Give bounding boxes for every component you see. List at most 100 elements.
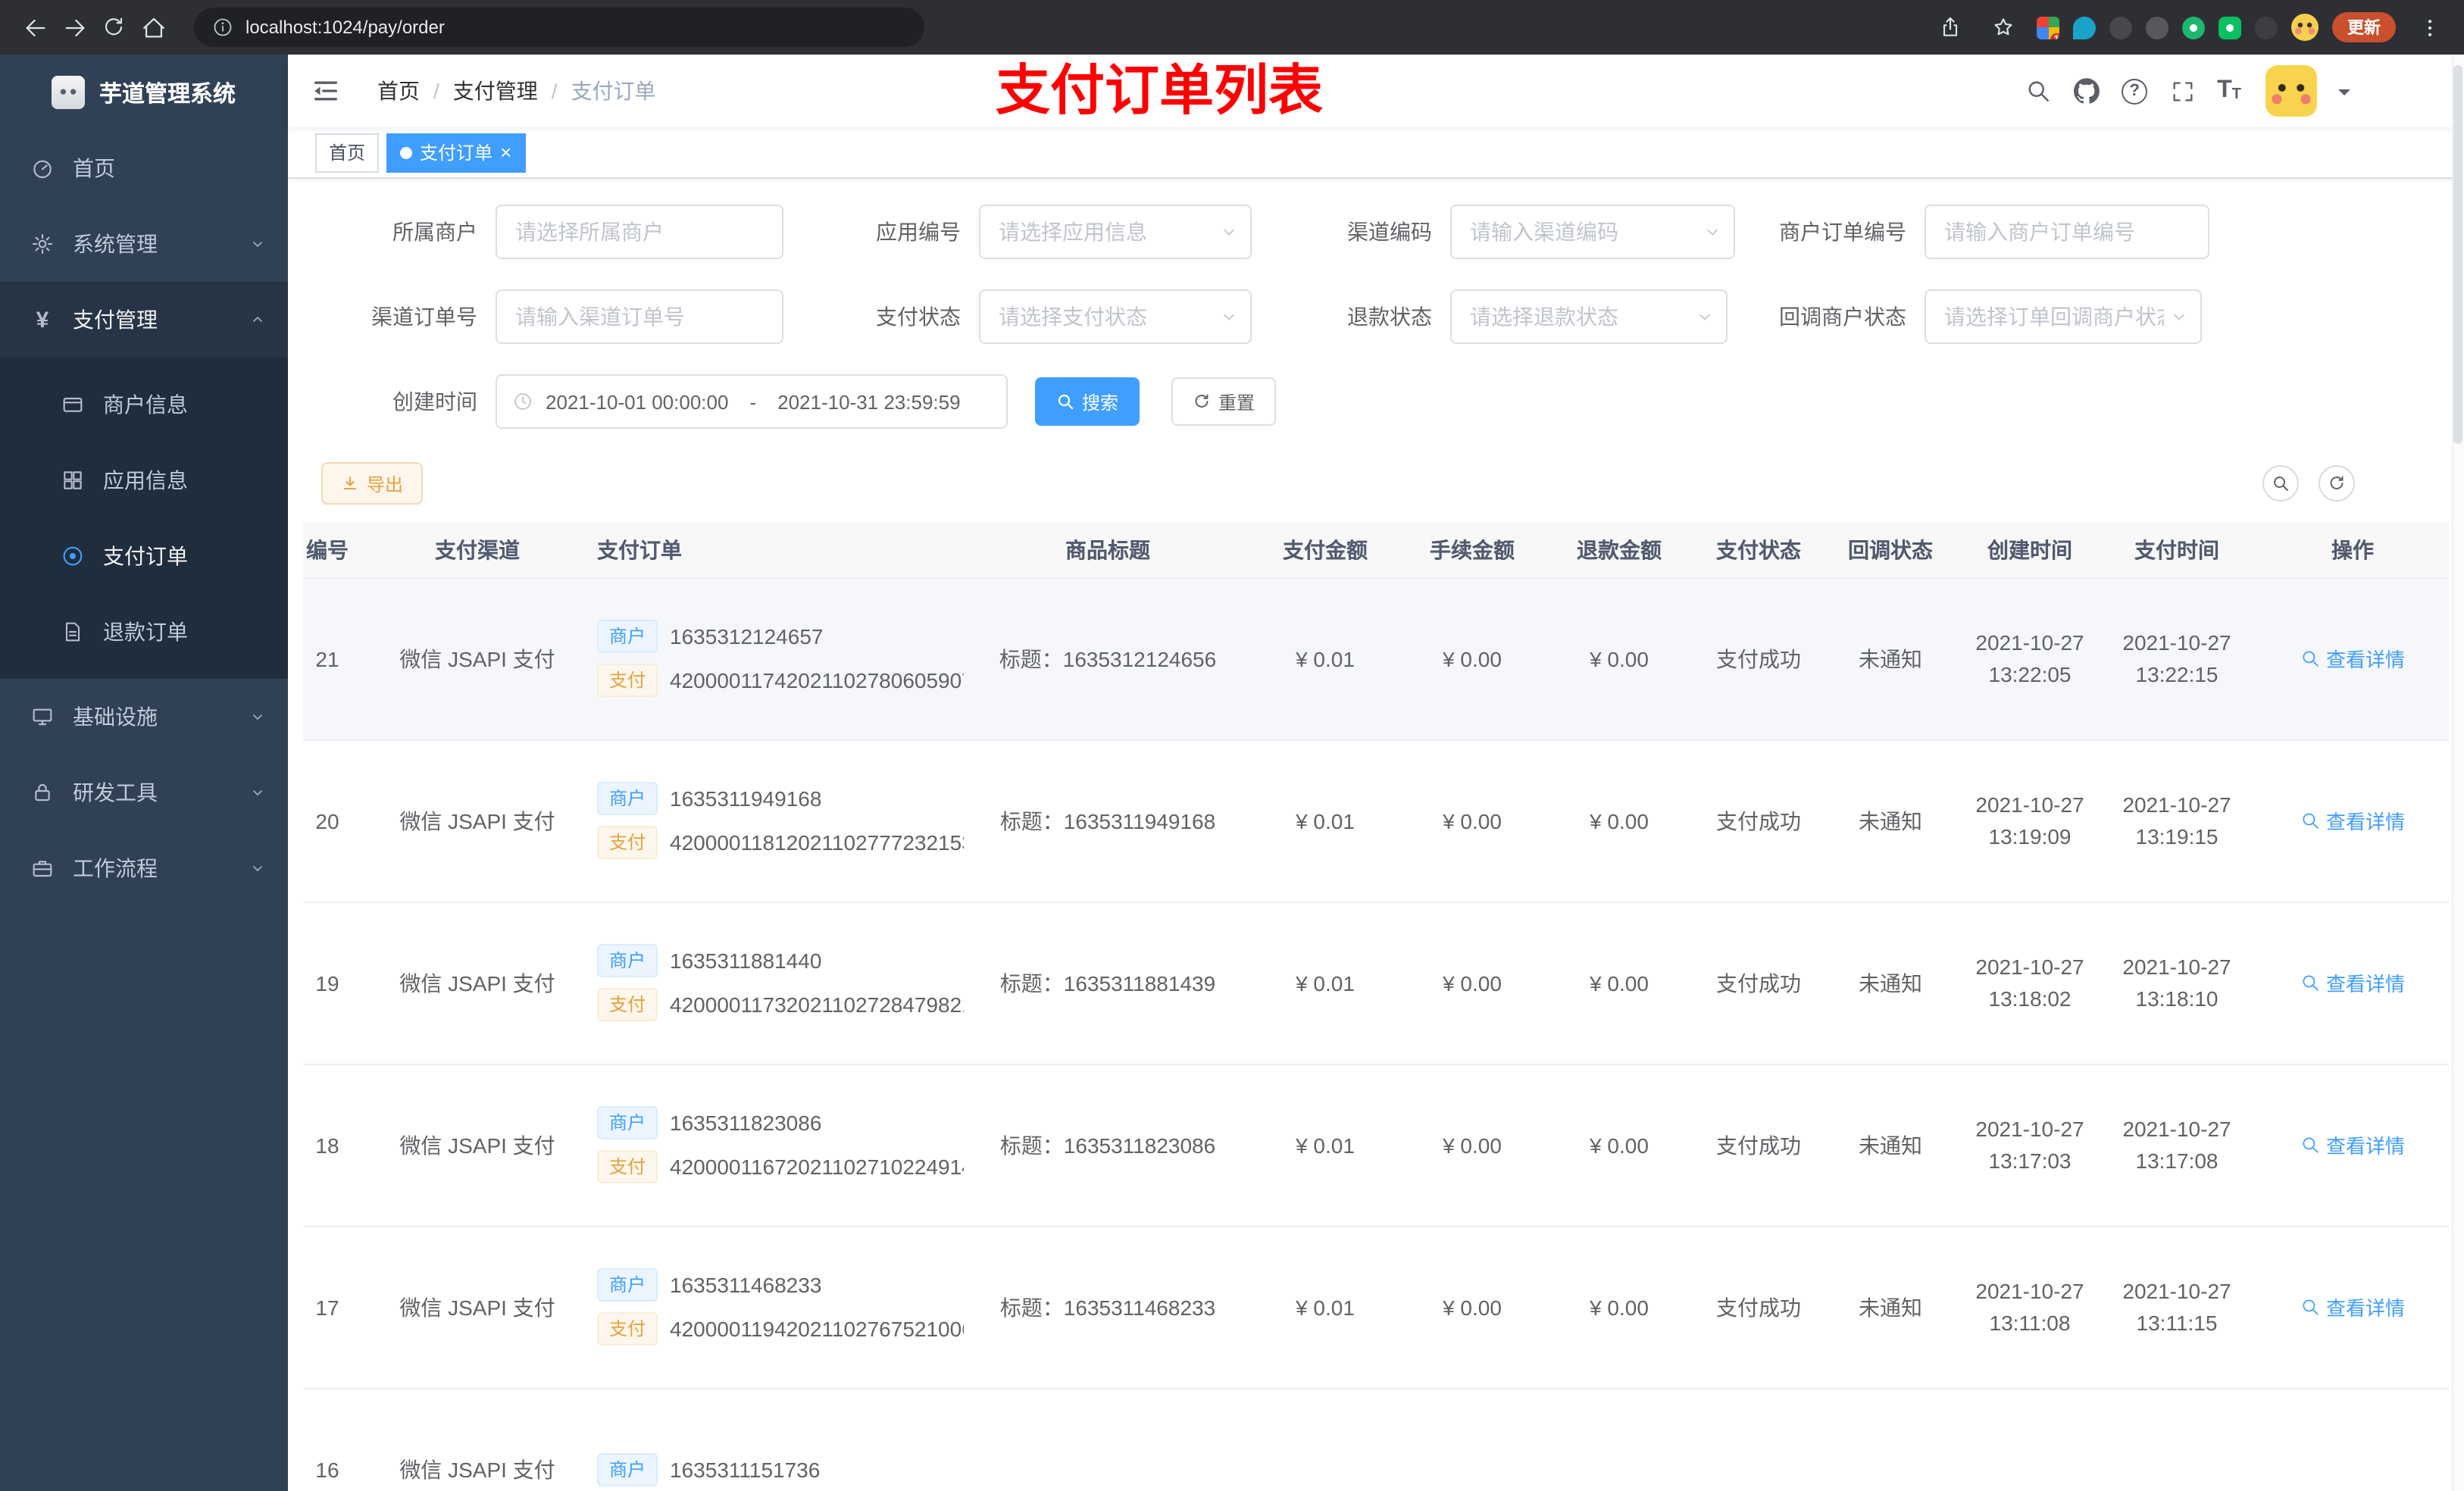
chevron-down-icon bbox=[1703, 223, 1721, 241]
view-detail-link[interactable]: 查看详情 bbox=[2300, 644, 2405, 673]
extension-icon[interactable] bbox=[2182, 16, 2205, 39]
browser-back-icon[interactable] bbox=[15, 8, 55, 47]
address-bar[interactable]: localhost:1024/pay/order bbox=[194, 8, 924, 47]
pay-amount: ¥ 0.01 bbox=[1252, 1226, 1399, 1389]
extension-icon[interactable] bbox=[2109, 16, 2132, 39]
merchant-order-no: 1635311468233 bbox=[670, 1273, 822, 1297]
chevron-down-icon bbox=[249, 859, 267, 877]
reset-button[interactable]: 重置 bbox=[1171, 377, 1277, 426]
sidebar-item-refund-order[interactable]: 退款订单 bbox=[0, 594, 288, 670]
view-detail-link[interactable]: 查看详情 bbox=[2300, 1293, 2405, 1321]
breadcrumb-home[interactable]: 首页 bbox=[377, 76, 420, 106]
create-time bbox=[1956, 1388, 2103, 1491]
scrollbar[interactable] bbox=[2452, 56, 2464, 1491]
help-icon[interactable] bbox=[2122, 78, 2148, 104]
browser-reload-icon[interactable] bbox=[94, 8, 133, 47]
view-detail-link[interactable]: 查看详情 bbox=[2300, 968, 2405, 997]
sidebar-item-pay-order[interactable]: 支付订单 bbox=[0, 518, 288, 594]
sidebar-item-home[interactable]: 首页 bbox=[0, 130, 288, 206]
refresh-button[interactable] bbox=[2319, 465, 2355, 502]
scrollbar-thumb[interactable] bbox=[2453, 65, 2462, 444]
app-logo[interactable]: 芋道管理系统 bbox=[0, 55, 288, 130]
actions-cell bbox=[2250, 1388, 2449, 1491]
tab-pay-order[interactable]: 支付订单 bbox=[386, 133, 526, 172]
notify-status-select[interactable]: 请选择订单回调商户状态 bbox=[1925, 289, 2202, 344]
extension-icon[interactable]: 10 bbox=[2037, 16, 2059, 39]
table-row[interactable]: 18 微信 JSAPI 支付 商户 1635311823086 支付 4200001… bbox=[303, 1064, 2449, 1227]
merchant-order-no-input[interactable] bbox=[1925, 205, 2209, 259]
toggle-search-button[interactable] bbox=[2262, 465, 2299, 502]
pay-status: 支付成功 bbox=[1693, 1226, 1825, 1389]
pay-channel: 微信 JSAPI 支付 bbox=[373, 1226, 582, 1389]
orders-table: 编号 支付渠道 支付订单 商品标题 支付金额 手续金额 退款金额 支付状态 回调… bbox=[303, 523, 2449, 1491]
merchant-tag: 商户 bbox=[597, 1452, 658, 1486]
actions-cell: 查看详情 bbox=[2250, 739, 2449, 902]
magnifier-icon bbox=[2300, 973, 2320, 992]
filter-label: 退款状态 bbox=[1347, 305, 1432, 329]
share-icon[interactable] bbox=[1931, 8, 1970, 47]
sidebar-item-infrastructure[interactable]: 基础设施 bbox=[0, 679, 288, 755]
sidebar-item-app-info[interactable]: 应用信息 bbox=[0, 442, 288, 518]
table-row[interactable]: 20 微信 JSAPI 支付 商户 1635311949168 支付 4200001… bbox=[303, 739, 2449, 902]
reset-button-label: 重置 bbox=[1218, 392, 1255, 413]
table-row[interactable]: 16 微信 JSAPI 支付 商户 1635311151736 bbox=[303, 1388, 2449, 1491]
search-icon[interactable] bbox=[2025, 77, 2052, 105]
sidebar-item-workflow[interactable]: 工作流程 bbox=[0, 830, 288, 906]
fullscreen-icon[interactable] bbox=[2169, 77, 2196, 105]
site-info-icon[interactable] bbox=[212, 17, 233, 38]
extension-icon[interactable] bbox=[2255, 16, 2278, 39]
filter-label: 渠道订单号 bbox=[371, 305, 477, 329]
create-time-range-picker[interactable]: 2021-10-01 00:00:00 - 2021-10-31 23:59:5… bbox=[496, 374, 1008, 429]
browser-home-icon[interactable] bbox=[133, 8, 173, 47]
breadcrumb-pay-manage[interactable]: 支付管理 bbox=[453, 76, 538, 106]
export-button-label: 导出 bbox=[367, 474, 404, 495]
pay-channel: 微信 JSAPI 支付 bbox=[373, 577, 582, 740]
browser-menu-icon[interactable] bbox=[2409, 8, 2449, 47]
sidebar-item-system[interactable]: 系统管理 bbox=[0, 206, 288, 282]
browser-profile-avatar[interactable] bbox=[2291, 14, 2319, 41]
briefcase-icon bbox=[30, 856, 55, 880]
select-placeholder: 请选择支付状态 bbox=[999, 305, 1147, 329]
actions-cell: 查看详情 bbox=[2250, 1226, 2449, 1389]
extension-icon[interactable] bbox=[2073, 16, 2096, 39]
font-size-icon[interactable]: TT bbox=[2217, 78, 2241, 103]
browser-update-button[interactable]: 更新 bbox=[2332, 12, 2396, 42]
merchant-select[interactable] bbox=[496, 205, 783, 259]
sidebar-fold-icon[interactable] bbox=[311, 76, 341, 106]
pay-status-select[interactable]: 请选择支付状态 bbox=[979, 289, 1252, 344]
pay-order-no: 4200001173202110272847982104 bbox=[670, 992, 964, 1017]
close-icon[interactable] bbox=[500, 142, 511, 162]
app-select[interactable]: 请选择应用信息 bbox=[979, 205, 1252, 259]
github-icon[interactable] bbox=[2073, 77, 2100, 105]
table-row[interactable]: 17 微信 JSAPI 支付 商户 1635311468233 支付 4200001… bbox=[303, 1226, 2449, 1389]
order-id: 20 bbox=[303, 739, 373, 902]
table-row[interactable]: 19 微信 JSAPI 支付 商户 1635311881440 支付 4200001… bbox=[303, 902, 2449, 1064]
magnifier-icon bbox=[2300, 1297, 2320, 1317]
sidebar-item-dev-tools[interactable]: 研发工具 bbox=[0, 755, 288, 830]
table-toolbar: 导出 bbox=[288, 462, 2464, 505]
channel-order-no-input[interactable] bbox=[496, 289, 783, 344]
extension-icon[interactable] bbox=[2219, 16, 2241, 39]
sidebar-item-merchant-info[interactable]: 商户信息 bbox=[0, 367, 288, 442]
browser-forward-icon[interactable] bbox=[55, 8, 94, 47]
user-avatar[interactable] bbox=[2265, 65, 2317, 117]
export-button[interactable]: 导出 bbox=[321, 462, 424, 505]
tab-home[interactable]: 首页 bbox=[315, 133, 380, 172]
table-row[interactable]: 21 微信 JSAPI 支付 商户 1635312124657 支付 4200001… bbox=[303, 577, 2449, 740]
bookmark-star-icon[interactable] bbox=[1984, 8, 2023, 47]
create-time: 2021-10-27 13:18:02 bbox=[1956, 902, 2103, 1064]
create-time: 2021-10-27 13:11:08 bbox=[1956, 1226, 2103, 1389]
sidebar-item-payment[interactable]: ¥ 支付管理 bbox=[0, 282, 288, 358]
refund-status-select[interactable]: 请选择退款状态 bbox=[1450, 289, 1728, 344]
pay-status: 支付成功 bbox=[1693, 577, 1825, 740]
search-button[interactable]: 搜索 bbox=[1035, 377, 1140, 426]
chevron-down-icon bbox=[1220, 308, 1238, 326]
product-title: 标题：1635311949168 bbox=[964, 739, 1252, 902]
view-detail-link[interactable]: 查看详情 bbox=[2300, 806, 2405, 835]
caret-down-icon[interactable] bbox=[2338, 89, 2350, 102]
view-detail-link[interactable]: 查看详情 bbox=[2300, 1130, 2405, 1159]
actions-cell: 查看详情 bbox=[2250, 1064, 2449, 1227]
extension-icon[interactable] bbox=[2146, 16, 2169, 39]
channel-code-select[interactable]: 请输入渠道编码 bbox=[1450, 205, 1735, 259]
fee-amount: ¥ 0.00 bbox=[1399, 902, 1546, 1064]
